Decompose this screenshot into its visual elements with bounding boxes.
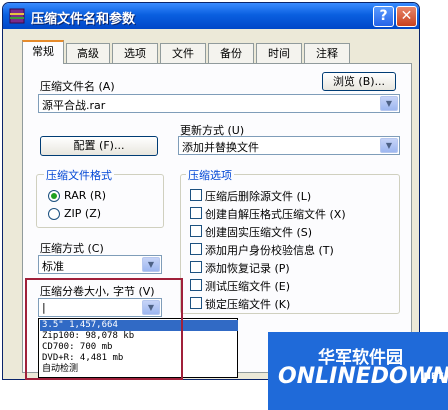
winrar-app-icon <box>9 8 25 24</box>
delete-files-checkbox[interactable] <box>190 189 202 201</box>
lock-archive-label[interactable]: 锁定压缩文件 (K) <box>205 296 290 312</box>
archive-name-label: 压缩文件名 (A) <box>40 80 115 93</box>
lock-archive-checkbox[interactable] <box>190 297 202 309</box>
close-button[interactable]: ✕ <box>396 6 417 27</box>
chevron-down-icon[interactable]: ▼ <box>380 138 398 153</box>
test-archive-label[interactable]: 测试压缩文件 (E) <box>205 278 290 294</box>
tab-comment[interactable]: 注释 <box>304 43 350 63</box>
tab-time[interactable]: 时间 <box>256 43 302 63</box>
authenticity-label[interactable]: 添加用户身份校验信息 (T) <box>205 242 334 258</box>
zip-radio[interactable] <box>48 208 60 220</box>
watermark-suffix: .NET <box>420 372 444 382</box>
help-button[interactable]: ? <box>373 6 394 27</box>
rar-radio[interactable] <box>48 190 60 202</box>
profiles-button[interactable]: 配置 (F)... <box>40 136 158 156</box>
chevron-down-icon[interactable]: ▼ <box>380 96 398 111</box>
browse-button[interactable]: 浏览 (B)... <box>322 72 396 91</box>
annotation-highlight-box <box>25 278 183 380</box>
tab-backup[interactable]: 备份 <box>208 43 254 63</box>
archive-format-title: 压缩文件格式 <box>44 167 114 183</box>
solid-archive-label[interactable]: 创建固实压缩文件 (S) <box>205 224 312 240</box>
tab-advanced[interactable]: 高级 <box>66 43 110 63</box>
rar-radio-label[interactable]: RAR (R) <box>64 189 106 202</box>
update-mode-combo[interactable]: 添加并替换文件 ▼ <box>178 136 400 155</box>
chevron-down-icon[interactable]: ▼ <box>142 257 160 272</box>
sfx-checkbox[interactable] <box>190 207 202 219</box>
recovery-record-label[interactable]: 添加恢复记录 (P) <box>205 260 290 276</box>
zip-radio-label[interactable]: ZIP (Z) <box>64 207 101 220</box>
title-bar[interactable]: 压缩文件名和参数 ? ✕ <box>3 3 419 29</box>
window-title: 压缩文件名和参数 <box>31 12 136 27</box>
solid-archive-checkbox[interactable] <box>190 225 202 237</box>
test-archive-checkbox[interactable] <box>190 279 202 291</box>
archive-name-value: 源平合战.rar <box>42 99 106 112</box>
compression-method-label: 压缩方式 (C) <box>40 242 104 255</box>
delete-files-label[interactable]: 压缩后删除源文件 (L) <box>205 188 311 204</box>
update-mode-value: 添加并替换文件 <box>182 141 259 154</box>
sfx-label[interactable]: 创建自解压格式压缩文件 (X) <box>205 206 346 222</box>
archiving-options-title: 压缩选项 <box>186 167 234 183</box>
tab-general[interactable]: 常规 <box>22 40 64 64</box>
tab-files[interactable]: 文件 <box>160 43 206 63</box>
compression-method-value: 标准 <box>42 260 64 273</box>
compression-method-combo[interactable]: 标准 ▼ <box>38 255 162 274</box>
authenticity-checkbox[interactable] <box>190 243 202 255</box>
recovery-record-checkbox[interactable] <box>190 261 202 273</box>
archive-name-combo[interactable]: 源平合战.rar ▼ <box>38 94 400 113</box>
tab-options[interactable]: 选项 <box>112 43 158 63</box>
